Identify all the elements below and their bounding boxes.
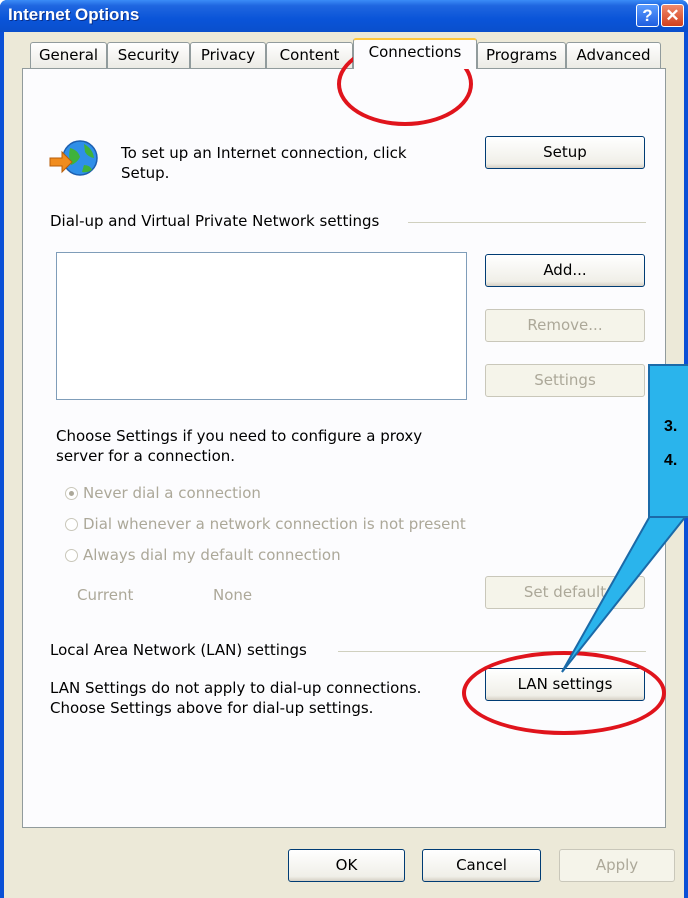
help-button[interactable]: ? [636,4,659,27]
dialup-group-separator [408,222,646,223]
title-bar[interactable]: Internet Options ? ✕ [0,0,688,32]
instruction-callout-box: 3. 4. [648,364,688,518]
radio-never-dial-label[interactable]: Never dial a connection [83,483,261,503]
setup-description-line2: Setup. [121,164,170,182]
callout-step-4: 4. [664,452,678,469]
tab-general[interactable]: General [30,42,107,68]
lan-group-heading: Local Area Network (LAN) settings [50,641,307,659]
current-connection-label: Current [77,586,134,604]
current-connection-value: None [213,586,253,604]
tab-privacy[interactable]: Privacy [190,42,266,68]
apply-button[interactable]: Apply [559,849,675,882]
dialup-group-heading: Dial-up and Virtual Private Network sett… [50,212,380,230]
add-button[interactable]: Add... [485,254,645,287]
settings-button[interactable]: Settings [485,364,645,397]
tab-content[interactable]: Content [266,42,353,68]
connections-list[interactable] [56,252,467,400]
radio-dial-when-no-network-label[interactable]: Dial whenever a network connection is no… [83,514,466,534]
radio-always-dial-label[interactable]: Always dial my default connection [83,545,341,565]
cancel-button[interactable]: Cancel [422,849,541,882]
remove-button[interactable]: Remove... [485,309,645,342]
proxy-hint-line1: Choose Settings if you need to configure… [56,427,423,445]
lan-description-line1: LAN Settings do not apply to dial-up con… [50,679,422,697]
proxy-hint-line2: server for a connection. [56,447,236,465]
tab-advanced[interactable]: Advanced [566,42,661,68]
tab-programs[interactable]: Programs [477,42,566,68]
tab-security[interactable]: Security [107,42,190,68]
radio-always-dial[interactable] [65,549,78,562]
callout-step-3: 3. [664,418,678,435]
radio-never-dial[interactable] [65,487,78,500]
tab-connections[interactable]: Connections [353,38,477,69]
close-button[interactable]: ✕ [661,4,684,27]
globe-connection-icon [48,138,104,182]
setup-description-line1: To set up an Internet connection, click [121,144,407,162]
callout-pointer [550,500,688,680]
ok-button[interactable]: OK [288,849,405,882]
window-title: Internet Options [8,5,140,24]
lan-description-line2: Choose Settings above for dial-up settin… [50,699,374,717]
setup-button[interactable]: Setup [485,136,645,169]
radio-dial-when-no-network[interactable] [65,518,78,531]
